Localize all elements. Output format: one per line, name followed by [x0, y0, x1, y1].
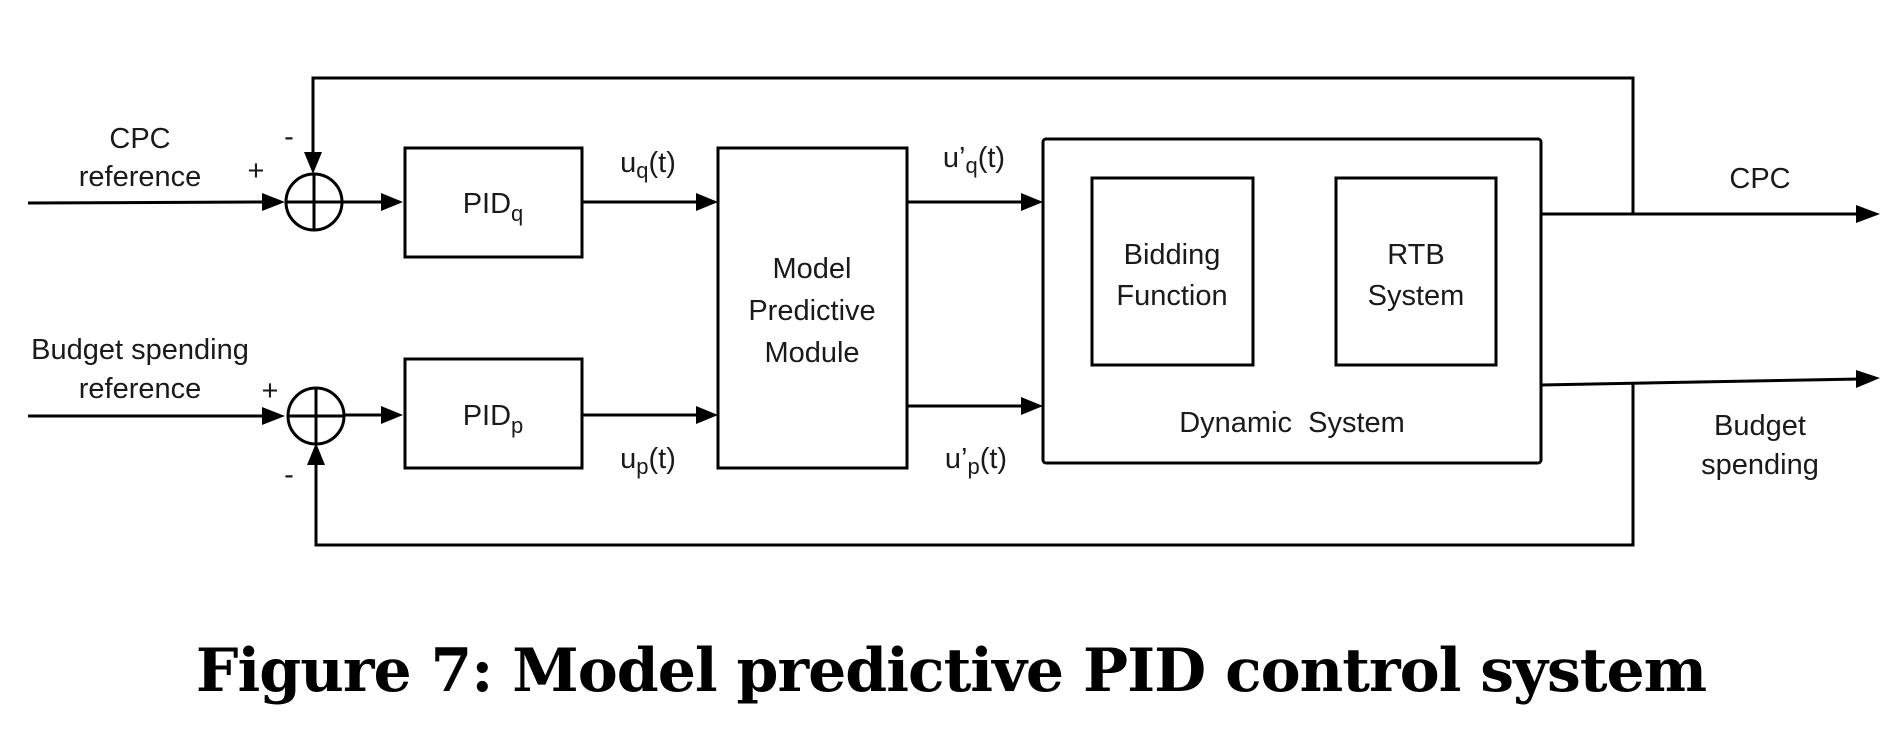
- mpc-label-line3: Module: [764, 337, 859, 369]
- rtb-label-line2: System: [1368, 280, 1465, 312]
- cpc-reference-arrowhead: [262, 193, 285, 211]
- lower-minus-sign: -: [284, 459, 294, 491]
- budget-reference-arrowhead: [262, 407, 285, 425]
- pid-q-label: PIDq: [463, 188, 524, 226]
- up-prime-signal-arrowhead: [1021, 397, 1043, 415]
- uq-prime-signal-arrowhead: [1021, 193, 1043, 211]
- lower-summing-junction-icon: [286, 386, 346, 446]
- cpc-output-arrowhead: [1856, 205, 1880, 223]
- upper-plus-sign: +: [248, 155, 265, 187]
- upper-minus-sign: -: [284, 121, 294, 153]
- budget-output-line: [1540, 377, 1861, 387]
- cpc-output-label: CPC: [1729, 163, 1790, 195]
- uq-prime-signal-label: u’q(t): [943, 142, 1005, 178]
- up-prime-signal-label: u’p(t): [945, 443, 1007, 479]
- junction-to-pidq-arrowhead: [381, 193, 403, 211]
- bidding-label-line1: Bidding: [1124, 239, 1221, 271]
- budget-output-label-line1: Budget: [1714, 410, 1806, 442]
- budget-reference-label-line2: reference: [79, 373, 202, 405]
- budget-output-arrowhead: [1856, 370, 1880, 388]
- bidding-function-block: [1090, 176, 1255, 367]
- figure-caption: Figure 7: Model predictive PID control s…: [195, 636, 1707, 706]
- up-signal-label: up(t): [620, 443, 676, 479]
- budget-feedback-arrowhead: [307, 443, 325, 465]
- cpc-reference-label: CPC: [109, 123, 170, 155]
- budget-reference-label: Budget spending: [31, 334, 249, 366]
- pid-control-diagram: CPC reference Budget spending reference …: [27, 76, 1880, 547]
- uq-signal-arrowhead: [696, 193, 718, 211]
- budget-output-label-line2: spending: [1701, 449, 1819, 481]
- rtb-label-line1: RTB: [1387, 239, 1444, 271]
- uq-signal-label: uq(t): [620, 147, 676, 183]
- mpc-label-line1: Model: [773, 253, 852, 285]
- cpc-reference-line: [27, 200, 267, 205]
- pid-p-label: PIDp: [463, 400, 524, 438]
- rtb-system-block: [1334, 176, 1498, 367]
- cpc-feedback-arrowhead: [304, 152, 322, 174]
- up-signal-arrowhead: [696, 406, 718, 424]
- lower-plus-sign: +: [262, 375, 279, 407]
- junction-to-pidp-arrowhead: [381, 406, 403, 424]
- dynamic-system-label: Dynamic System: [1179, 407, 1405, 439]
- mpc-label-line2: Predictive: [748, 295, 875, 327]
- cpc-reference-label-line2: reference: [79, 161, 202, 193]
- upper-summing-junction-icon: [284, 172, 344, 232]
- bidding-label-line2: Function: [1116, 280, 1227, 312]
